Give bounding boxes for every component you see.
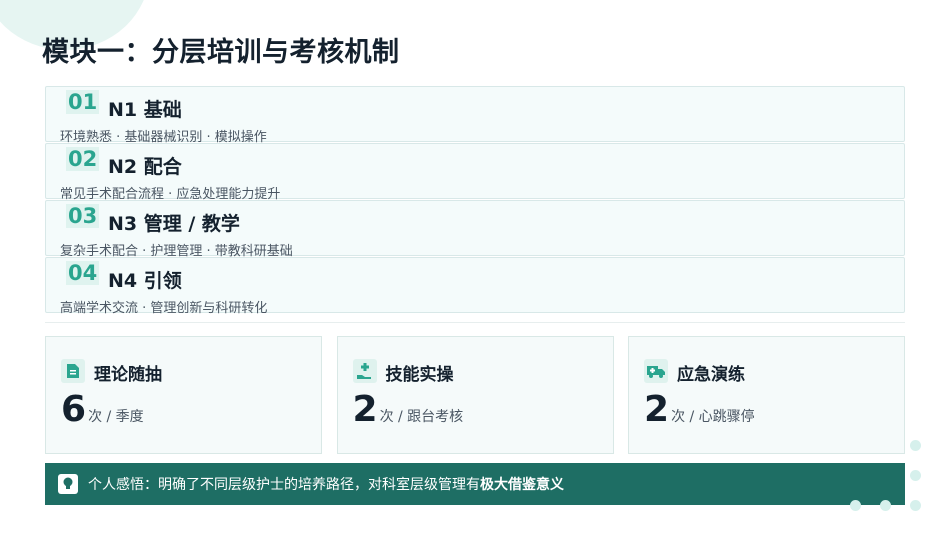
card-unit: 次 / 心跳骤停 <box>671 409 755 425</box>
level-number: 02 <box>66 147 100 171</box>
ambulance-icon <box>644 359 668 383</box>
section-divider <box>45 322 905 323</box>
level-name: N3 管理 / 教学 <box>108 213 240 235</box>
card-theory: 理论随抽 6 次 / 季度 <box>45 336 322 454</box>
level-list: 01 N1 基础 环境熟悉 · 基础器械识别 · 模拟操作 02 N2 配合 常… <box>45 86 905 316</box>
card-value: 2 次 / 心跳骤停 <box>644 392 755 428</box>
card-title: 理论随抽 <box>94 365 162 385</box>
level-name: N1 基础 <box>108 99 182 121</box>
card-number: 6 <box>61 389 87 430</box>
hand-plus-icon <box>352 359 377 383</box>
card-value: 2 次 / 跟台考核 <box>353 392 464 428</box>
dot-pattern-decoration <box>850 440 930 520</box>
lightbulb-icon <box>58 474 78 494</box>
card-unit: 次 / 跟台考核 <box>379 409 464 425</box>
insight-body: 个人感悟：明确了不同层级护士的培养路径，对科室层级管理有 <box>88 477 480 493</box>
level-number: 03 <box>66 204 100 228</box>
card-number: 2 <box>644 389 670 430</box>
level-item-n3: 03 N3 管理 / 教学 复杂手术配合 · 护理管理 · 带教科研基础 <box>45 200 905 259</box>
insight-text: 个人感悟：明确了不同层级护士的培养路径，对科室层级管理有极大借鉴意义 <box>88 474 564 494</box>
card-title: 技能实操 <box>385 365 454 385</box>
level-description: 高端学术交流 · 管理创新与科研转化 <box>60 301 268 316</box>
level-number: 01 <box>66 90 100 114</box>
page-title: 模块一：分层培训与考核机制 <box>42 37 400 68</box>
insight-banner: 个人感悟：明确了不同层级护士的培养路径，对科室层级管理有极大借鉴意义 <box>45 463 905 505</box>
level-name: N4 引领 <box>108 270 182 292</box>
level-item-n4: 04 N4 引领 高端学术交流 · 管理创新与科研转化 <box>45 257 905 316</box>
assessment-cards: 理论随抽 6 次 / 季度 技能实操 2 次 / 跟台考核 应急演练 2 次 /… <box>45 336 905 454</box>
card-number: 2 <box>352 389 378 430</box>
level-item-n2: 02 N2 配合 常见手术配合流程 · 应急处理能力提升 <box>45 143 905 202</box>
card-unit: 次 / 季度 <box>88 409 144 425</box>
card-emergency: 应急演练 2 次 / 心跳骤停 <box>628 336 905 454</box>
card-title: 应急演练 <box>677 365 745 385</box>
level-number: 04 <box>66 261 100 285</box>
document-icon <box>61 359 85 383</box>
insight-emphasis: 极大借鉴意义 <box>480 477 564 493</box>
card-skill: 技能实操 2 次 / 跟台考核 <box>336 336 614 454</box>
level-name: N2 配合 <box>108 156 182 178</box>
level-item-n1: 01 N1 基础 环境熟悉 · 基础器械识别 · 模拟操作 <box>45 86 905 145</box>
card-value: 6 次 / 季度 <box>61 392 144 428</box>
